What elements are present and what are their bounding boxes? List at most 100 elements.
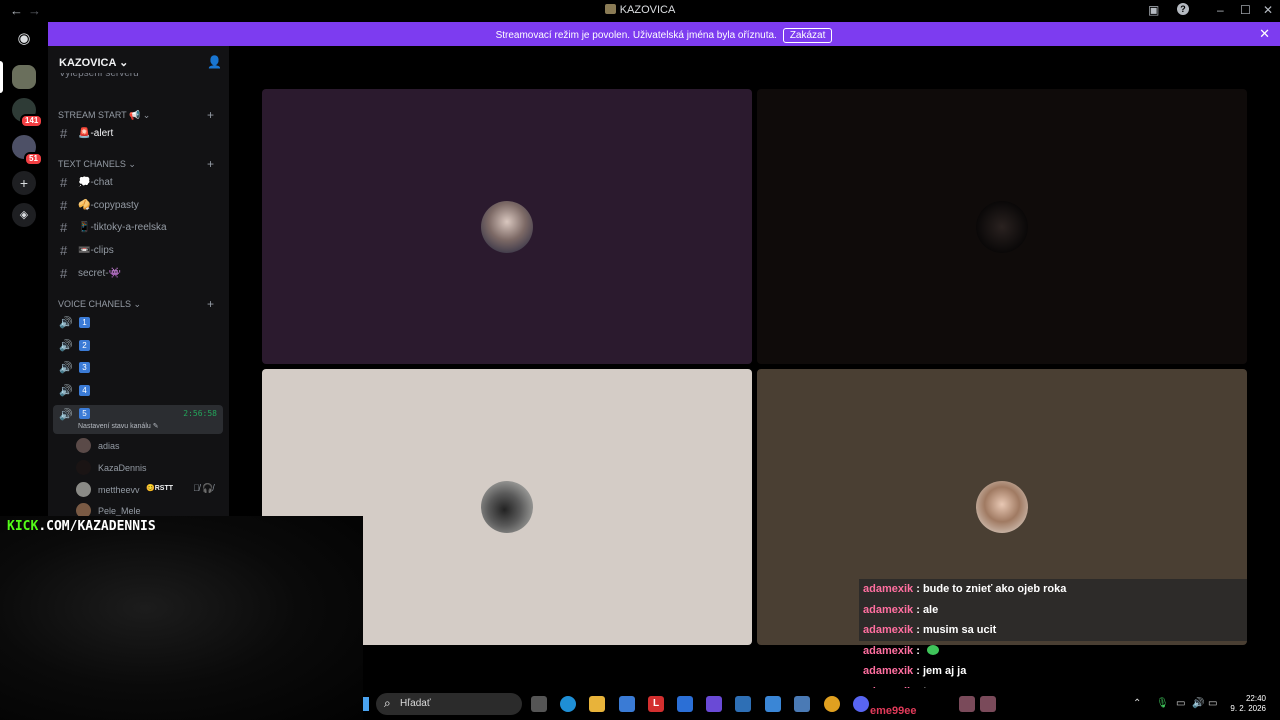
edge-icon[interactable] [560, 696, 576, 712]
chat-message: eme99ee [870, 705, 917, 717]
speaker-icon: 🔊 [59, 317, 73, 329]
avatar [481, 481, 533, 533]
voice-member[interactable]: mettheevv 😊RSTT 🎙̸ 🎧̸ [76, 480, 226, 500]
create-channel-icon-2[interactable]: + [207, 157, 214, 171]
app-icon[interactable] [794, 696, 810, 712]
kick-url-overlay: KICK.COM/KAZADENNIS [7, 519, 156, 534]
banner-close-icon[interactable]: ✕ [1259, 26, 1270, 42]
hash-icon: # [60, 175, 68, 190]
mention-badge: 141 [20, 114, 44, 128]
boost-item[interactable]: Vylepšení serveru [59, 73, 219, 79]
chat-message: adamexik : jem aj ja [863, 665, 967, 677]
avatar [976, 201, 1028, 253]
app-icon[interactable] [980, 696, 996, 712]
app-icon[interactable] [677, 696, 693, 712]
call-timer: 2:56:58 [183, 409, 217, 418]
create-channel-icon[interactable]: + [207, 108, 214, 122]
participant-tile[interactable] [757, 89, 1247, 364]
voice-member[interactable]: adias [76, 436, 226, 456]
voice-channel-5-active[interactable]: 🔊 5 2:56:58 Nastavení stavu kanálu ✎ [53, 405, 223, 434]
channel-secret[interactable]: # secret-👾 [58, 264, 218, 284]
mail-icon[interactable] [765, 696, 781, 712]
windows-taskbar: ⌕ Hľadať L eme99ee ⌃ 🎙 ▭ 🔊 ▭ 22:40 9. 2. … [363, 688, 1280, 720]
channel-clips[interactable]: # 📼-clips [58, 241, 218, 261]
taskbar-search[interactable]: ⌕ Hľadať [376, 693, 522, 715]
channel-alert[interactable]: # 🚨-alert [58, 124, 218, 144]
voice-channel-3[interactable]: 🔊 3 [58, 358, 218, 378]
chat-message: adamexik : musim sa ucit [859, 620, 1247, 641]
avatar [976, 481, 1028, 533]
minimize-icon[interactable]: – [1217, 3, 1224, 17]
category-stream-start[interactable]: STREAM START 📢 ⌄ [58, 110, 150, 121]
task-view-icon[interactable] [531, 696, 547, 712]
network-icon[interactable]: ▭ [1176, 698, 1185, 709]
voice-channel-2[interactable]: 🔊 2 [58, 336, 218, 356]
speaker-icon: 🔊 [59, 362, 73, 374]
category-text-chanels[interactable]: TEXT CHANELS ⌄ [58, 159, 136, 170]
chevron-up-icon[interactable]: ⌃ [1133, 698, 1141, 709]
screen-share-icon[interactable]: ▣ [1148, 3, 1159, 17]
app-icon[interactable] [706, 696, 722, 712]
disable-button[interactable]: Zakázat [782, 28, 833, 43]
speaker-icon: 🔊 [59, 409, 73, 421]
avatar [76, 438, 91, 453]
channel-status-setting[interactable]: Nastavení stavu kanálu ✎ [78, 422, 159, 430]
system-clock[interactable]: 22:40 9. 2. 2026 [1230, 694, 1266, 714]
search-icon: ⌕ [384, 696, 391, 710]
webcam-overlay [0, 516, 363, 720]
streaming-mode-banner: Streamovací režim je povolen. Uživatelsk… [48, 22, 1280, 46]
avatar [481, 201, 533, 253]
stream-chat-overlay: adamexik : bude to znieť ako ojeb roka a… [859, 579, 1247, 702]
server-icon [604, 4, 616, 14]
server-icon-kazovica[interactable] [12, 65, 36, 89]
banner-text: Streamovací režim je povolen. Uživatelsk… [495, 30, 777, 41]
chat-message: adamexik : [859, 641, 1247, 662]
store-icon[interactable] [619, 696, 635, 712]
voice-member[interactable]: KazaDennis [76, 458, 226, 478]
help-icon[interactable]: ? [1177, 3, 1189, 15]
avatar [76, 460, 91, 475]
microphone-icon[interactable]: 🎙 [1156, 698, 1169, 709]
maximize-icon[interactable]: ☐ [1240, 3, 1251, 17]
speaker-icon: 🔊 [59, 385, 73, 397]
chat-message: adamexik : bude to znieť ako ojeb roka [859, 579, 1247, 600]
create-channel-icon-3[interactable]: + [207, 297, 214, 311]
app-icon[interactable] [959, 696, 975, 712]
explore-icon[interactable]: ◈ [12, 203, 36, 227]
category-voice-chanels[interactable]: VOICE CHANELS ⌄ [58, 299, 141, 310]
file-explorer-icon[interactable] [589, 696, 605, 712]
member-tag: 😊RSTT [146, 485, 173, 492]
close-icon[interactable]: ✕ [1263, 3, 1273, 17]
channel-copypasty[interactable]: # 🥠-copypasty [58, 196, 218, 216]
server-name-header[interactable]: KAZOVICA ⌄ [59, 56, 128, 69]
invite-people-icon[interactable]: 👤 [207, 55, 222, 69]
selected-indicator [0, 61, 3, 93]
channel-tiktoky[interactable]: # 📱-tiktoky-a-reelska [58, 218, 218, 238]
discord-taskbar-icon[interactable] [853, 696, 869, 712]
battery-icon[interactable]: ▭ [1208, 698, 1217, 709]
volume-icon[interactable]: 🔊 [1192, 698, 1204, 709]
mention-badge-2: 51 [24, 152, 43, 166]
muted-deafened-icon: 🎙̸ 🎧̸ [193, 483, 214, 493]
emote-icon [926, 644, 939, 655]
channel-chat[interactable]: # 💭-chat [58, 173, 218, 193]
hash-icon: # [60, 243, 68, 258]
speaker-icon: 🔊 [59, 340, 73, 352]
title-bar: ← → KAZOVICA ▣ ? – ☐ ✕ [0, 0, 1280, 21]
app-icon[interactable] [735, 696, 751, 712]
hash-icon: # [60, 220, 68, 235]
hash-icon: # [60, 198, 68, 213]
participant-tile[interactable] [262, 89, 752, 364]
hash-icon: # [60, 266, 68, 281]
app-l-icon[interactable]: L [648, 696, 664, 712]
voice-channel-4[interactable]: 🔊 4 [58, 381, 218, 401]
start-icon[interactable] [363, 697, 369, 711]
hash-icon: # [60, 126, 68, 141]
add-server-icon[interactable]: + [12, 171, 36, 195]
chat-message: adamexik : ale [859, 599, 1247, 620]
discord-home-icon[interactable]: ◉ [12, 27, 36, 51]
voice-channel-1[interactable]: 🔊 1 [58, 313, 218, 333]
chrome-icon[interactable] [824, 696, 840, 712]
window-title: KAZOVICA [0, 4, 1280, 16]
avatar [76, 482, 91, 497]
